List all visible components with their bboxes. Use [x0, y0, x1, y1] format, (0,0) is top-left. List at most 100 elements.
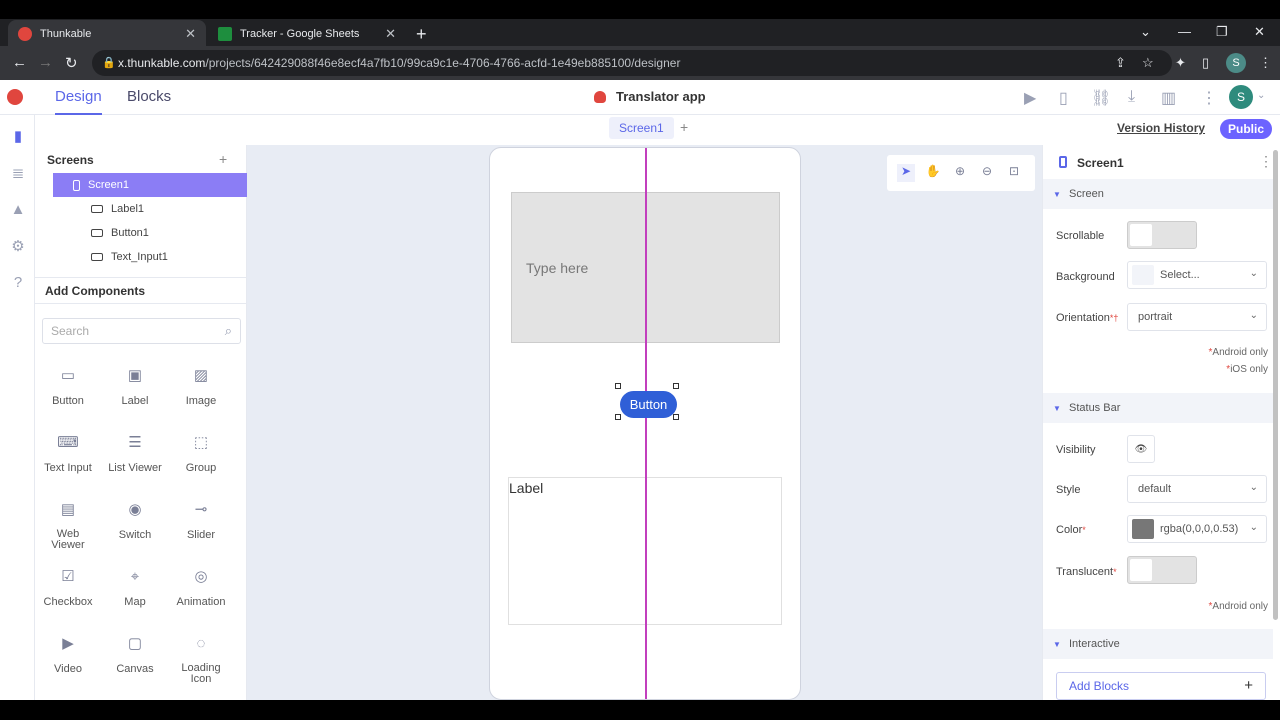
- properties-panel: Screen1 ⋮ ▼ Screen Scrollable Background…: [1042, 145, 1280, 700]
- window-close-icon[interactable]: ✕: [1254, 24, 1265, 40]
- tree-item-label1[interactable]: Label1: [53, 197, 247, 221]
- close-tab-icon[interactable]: ✕: [185, 26, 196, 42]
- new-tab-icon[interactable]: +: [416, 24, 427, 45]
- tab-google-sheets[interactable]: Tracker - Google Sheets ✕: [208, 20, 406, 48]
- public-badge[interactable]: Public: [1220, 119, 1273, 139]
- component-label: Slider: [186, 529, 216, 541]
- chevron-down-icon: ⌄: [1249, 522, 1258, 533]
- component-list-viewer[interactable]: ☰ List Viewer: [102, 432, 168, 474]
- tree-item-button1[interactable]: Button1: [53, 221, 247, 245]
- resize-handle[interactable]: [615, 414, 621, 420]
- reload-icon[interactable]: ↻: [65, 54, 78, 72]
- version-history-link[interactable]: Version History: [1117, 121, 1205, 135]
- checkbox-icon: ☑: [61, 568, 75, 585]
- translucent-toggle[interactable]: [1127, 556, 1197, 584]
- tab-search-icon[interactable]: ⌄: [1140, 24, 1151, 40]
- assets-mountain-icon[interactable]: ▲: [9, 201, 27, 219]
- component-slider[interactable]: ⊸ Slider: [168, 499, 234, 541]
- screen-tab-screen1[interactable]: Screen1: [609, 117, 674, 139]
- section-status-bar[interactable]: ▼ Status Bar: [1043, 393, 1273, 423]
- component-text-input[interactable]: ⌨ Text Input: [35, 432, 101, 474]
- add-blocks-button[interactable]: Add Blocks +: [1056, 672, 1266, 700]
- label-text: Label: [509, 480, 544, 496]
- orientation-select[interactable]: portrait ⌄: [1127, 303, 1267, 331]
- tree-item-text-input1[interactable]: Text_Input1: [53, 245, 247, 269]
- background-select[interactable]: Select... ⌄: [1127, 261, 1267, 289]
- thunkable-logo[interactable]: [7, 89, 23, 105]
- divider: [35, 277, 247, 278]
- canvas-icon: ▢: [127, 635, 143, 652]
- section-screen[interactable]: ▼ Screen: [1043, 179, 1273, 209]
- screens-device-icon[interactable]: ▮: [9, 127, 27, 145]
- component-canvas[interactable]: ▢ Canvas: [102, 633, 168, 675]
- tab-design[interactable]: Design: [55, 88, 102, 115]
- video-icon: ▶: [62, 635, 74, 652]
- profile-avatar[interactable]: S: [1226, 53, 1246, 73]
- screens-panel: Screens + Screen1 Label1 Button1 Text_In…: [35, 145, 247, 700]
- component-web-viewer[interactable]: ▤ Web Viewer: [35, 499, 101, 551]
- add-blocks-label: Add Blocks: [1069, 679, 1130, 693]
- component-button[interactable]: ▭ Button: [35, 365, 101, 407]
- component-switch[interactable]: ◉ Switch: [102, 499, 168, 541]
- forward-icon[interactable]: →: [38, 54, 53, 71]
- component-search-input[interactable]: Search ⌕: [42, 318, 241, 344]
- minimize-icon[interactable]: —: [1178, 24, 1191, 39]
- style-select[interactable]: default ⌄: [1127, 475, 1267, 503]
- add-screen-icon[interactable]: +: [680, 119, 688, 135]
- settings-gear-icon[interactable]: ⚙: [9, 237, 27, 255]
- component-map[interactable]: ⌖ Map: [102, 566, 168, 608]
- extensions-icon[interactable]: ✦: [1175, 55, 1186, 71]
- help-icon[interactable]: ?: [9, 274, 27, 292]
- bookmark-star-icon[interactable]: ☆: [1142, 55, 1154, 71]
- component-animation[interactable]: ◎ Animation: [168, 566, 234, 608]
- share-icon[interactable]: ⇪: [1115, 55, 1126, 71]
- sidepanel-icon[interactable]: ▯: [1202, 55, 1209, 71]
- resize-handle[interactable]: [673, 383, 679, 389]
- share-project-icon[interactable]: ⛓: [1091, 88, 1111, 108]
- user-menu-chevron-icon[interactable]: ⌄: [1257, 90, 1265, 101]
- list-icon: ☰: [128, 434, 142, 451]
- docs-book-icon[interactable]: ▥: [1161, 88, 1176, 108]
- add-screen-plus-icon[interactable]: +: [219, 151, 227, 167]
- component-loading-icon[interactable]: ◌ Loading Icon: [168, 633, 234, 685]
- url-field[interactable]: 🔒 x.thunkable.com/projects/642429088f46e…: [92, 50, 1172, 76]
- live-test-device-icon[interactable]: ▯: [1059, 88, 1068, 108]
- component-label: Label: [121, 395, 149, 407]
- app-title[interactable]: Translator app: [594, 89, 706, 104]
- color-select[interactable]: rgba(0,0,0,0.53) ⌄: [1127, 515, 1267, 543]
- tree-label: Button1: [111, 227, 149, 239]
- resize-handle[interactable]: [615, 383, 621, 389]
- component-label[interactable]: ▣ Label: [102, 365, 168, 407]
- tab-blocks[interactable]: Blocks: [127, 88, 171, 105]
- component-checkbox[interactable]: ☑ Checkbox: [35, 566, 101, 608]
- close-tab-icon[interactable]: ✕: [385, 26, 396, 42]
- visibility-toggle[interactable]: 👁: [1127, 435, 1155, 463]
- back-icon[interactable]: ←: [12, 54, 27, 71]
- tab-thunkable[interactable]: Thunkable ✕: [8, 20, 206, 48]
- design-canvas[interactable]: Type here Label Button ➤ ✋ ⊕ ⊖ ⊡: [247, 145, 1042, 700]
- select-pointer-icon[interactable]: ➤: [897, 164, 915, 182]
- maximize-icon[interactable]: ❐: [1216, 24, 1228, 40]
- zoom-in-icon[interactable]: ⊕: [951, 164, 969, 182]
- fit-screen-icon[interactable]: ⊡: [1005, 164, 1023, 182]
- button-preview[interactable]: Button: [620, 391, 677, 418]
- component-image[interactable]: ▨ Image: [168, 365, 234, 407]
- component-group[interactable]: ⬚ Group: [168, 432, 234, 474]
- component-label: List Viewer: [108, 462, 162, 474]
- zoom-out-icon[interactable]: ⊖: [978, 164, 996, 182]
- download-icon[interactable]: ⤓: [1128, 88, 1135, 106]
- pan-hand-icon[interactable]: ✋: [924, 164, 942, 182]
- more-options-icon[interactable]: ⋮: [1201, 88, 1217, 108]
- tree-item-screen1[interactable]: Screen1: [53, 173, 247, 197]
- play-icon[interactable]: ▶: [1024, 88, 1036, 108]
- properties-scrollbar[interactable]: [1273, 150, 1278, 620]
- section-interactive[interactable]: ▼ Interactive: [1043, 629, 1273, 659]
- user-avatar[interactable]: S: [1229, 85, 1253, 109]
- scrollable-toggle[interactable]: [1127, 221, 1197, 249]
- component-video[interactable]: ▶ Video: [35, 633, 101, 675]
- loading-icon: ◌: [196, 635, 206, 652]
- browser-menu-icon[interactable]: ⋮: [1259, 55, 1272, 71]
- database-icon[interactable]: ≣: [9, 164, 27, 182]
- resize-handle[interactable]: [673, 414, 679, 420]
- more-vert-icon[interactable]: ⋮: [1259, 153, 1273, 170]
